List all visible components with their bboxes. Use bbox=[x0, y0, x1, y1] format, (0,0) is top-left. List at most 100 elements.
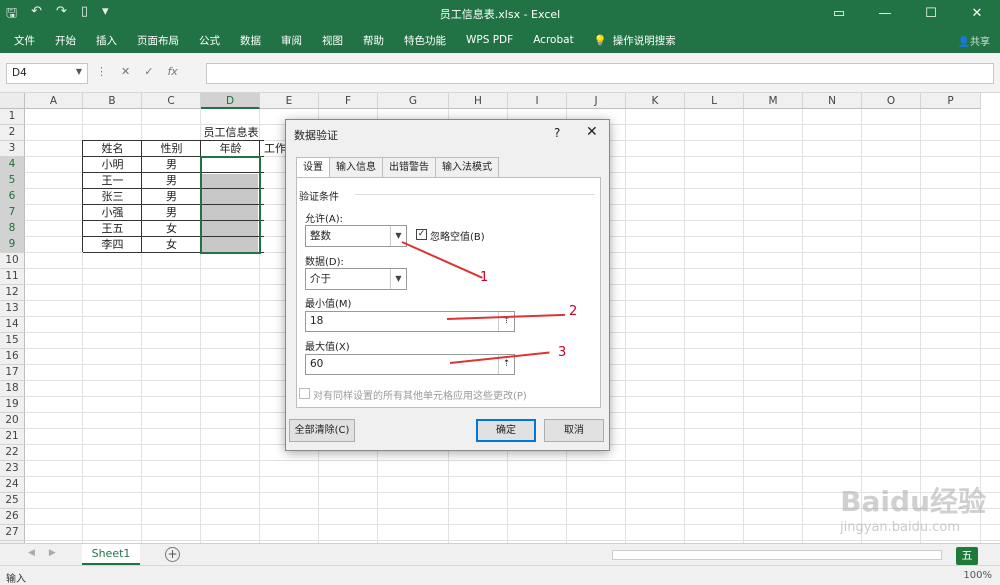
help-icon[interactable]: ? bbox=[554, 126, 560, 140]
column-header[interactable]: G bbox=[378, 93, 449, 109]
horizontal-scrollbar[interactable] bbox=[612, 550, 942, 560]
column-header[interactable]: N bbox=[803, 93, 862, 109]
enter-icon[interactable]: ✓ bbox=[144, 65, 153, 78]
menu-review[interactable]: 审阅 bbox=[281, 33, 302, 48]
row-header[interactable]: 21 bbox=[0, 429, 25, 445]
table-header-cell[interactable]: 姓名 bbox=[83, 141, 142, 157]
tab-settings[interactable]: 设置 bbox=[296, 157, 330, 178]
row-header[interactable]: 10 bbox=[0, 253, 25, 269]
column-header[interactable]: C bbox=[142, 93, 201, 109]
dialog-close-icon[interactable]: ✕ bbox=[586, 124, 598, 140]
ignore-blank-checkbox[interactable]: ✓ bbox=[416, 229, 427, 240]
table-cell[interactable]: 王五 bbox=[83, 221, 142, 237]
row-header[interactable]: 7 bbox=[0, 205, 25, 221]
column-header[interactable]: O bbox=[862, 93, 921, 109]
table-cell[interactable]: 女 bbox=[142, 221, 201, 237]
table-header-cell[interactable]: 年龄 bbox=[201, 141, 260, 157]
table-cell[interactable]: 男 bbox=[142, 205, 201, 221]
tab-input-message[interactable]: 输入信息 bbox=[329, 157, 383, 177]
row-header[interactable]: 12 bbox=[0, 285, 25, 301]
data-select[interactable]: 介于 ▼ bbox=[305, 268, 407, 290]
row-header[interactable]: 11 bbox=[0, 269, 25, 285]
column-header[interactable]: F bbox=[319, 93, 378, 109]
row-header[interactable]: 26 bbox=[0, 509, 25, 525]
menu-page-layout[interactable]: 页面布局 bbox=[137, 33, 179, 48]
fx-icon[interactable]: fx bbox=[167, 65, 177, 78]
column-header[interactable]: E bbox=[260, 93, 319, 109]
cancel-button[interactable]: 取消 bbox=[544, 419, 604, 442]
minimize-icon[interactable]: — bbox=[862, 0, 908, 27]
column-header[interactable]: I bbox=[508, 93, 567, 109]
menu-special[interactable]: 特色功能 bbox=[404, 33, 446, 48]
row-header[interactable]: 15 bbox=[0, 333, 25, 349]
menu-view[interactable]: 视图 bbox=[322, 33, 343, 48]
sheet-tab-sheet1[interactable]: Sheet1 bbox=[82, 544, 140, 565]
table-cell[interactable]: 王一 bbox=[83, 173, 142, 189]
row-header[interactable]: 6 bbox=[0, 189, 25, 205]
column-header[interactable]: D bbox=[201, 93, 260, 109]
max-value-input[interactable]: 60 ⇡ bbox=[305, 354, 515, 375]
menu-home[interactable]: 开始 bbox=[55, 33, 76, 48]
row-header[interactable]: 25 bbox=[0, 493, 25, 509]
select-all-corner[interactable] bbox=[0, 93, 25, 109]
tab-ime-mode[interactable]: 输入法模式 bbox=[435, 157, 499, 177]
tell-me-search[interactable]: 操作说明搜索 bbox=[613, 33, 676, 48]
column-header[interactable]: M bbox=[744, 93, 803, 109]
apply-all-checkbox[interactable] bbox=[299, 388, 310, 399]
allow-select[interactable]: 整数 ▼ bbox=[305, 225, 407, 247]
row-header[interactable]: 8 bbox=[0, 221, 25, 237]
menu-file[interactable]: 文件 bbox=[14, 33, 35, 48]
zoom-level[interactable]: 100% bbox=[963, 570, 992, 581]
row-header[interactable]: 27 bbox=[0, 525, 25, 541]
row-header[interactable]: 19 bbox=[0, 397, 25, 413]
cancel-icon[interactable]: ✕ bbox=[121, 65, 130, 78]
row-header[interactable]: 24 bbox=[0, 477, 25, 493]
row-header[interactable]: 20 bbox=[0, 413, 25, 429]
menu-wps-pdf[interactable]: WPS PDF bbox=[466, 34, 513, 46]
column-header[interactable]: B bbox=[83, 93, 142, 109]
column-header[interactable]: P bbox=[921, 93, 981, 109]
sheet-nav-arrows[interactable]: ◀▶ bbox=[28, 548, 70, 558]
ribbon-display-icon[interactable]: ▭ bbox=[816, 0, 862, 27]
menu-acrobat[interactable]: Acrobat bbox=[533, 34, 574, 46]
table-cell[interactable]: 李四 bbox=[83, 237, 142, 253]
table-cell[interactable]: 男 bbox=[142, 189, 201, 205]
row-header[interactable]: 5 bbox=[0, 173, 25, 189]
menu-formulas[interactable]: 公式 bbox=[199, 33, 220, 48]
ok-button[interactable]: 确定 bbox=[476, 419, 536, 442]
close-icon[interactable]: ✕ bbox=[954, 0, 1000, 27]
table-header-cell[interactable]: 性别 bbox=[142, 141, 201, 157]
clear-all-button[interactable]: 全部清除(C) bbox=[289, 419, 355, 442]
chevron-down-icon[interactable]: ▼ bbox=[390, 269, 406, 289]
column-header[interactable]: K bbox=[626, 93, 685, 109]
row-header[interactable]: 14 bbox=[0, 317, 25, 333]
tab-error-alert[interactable]: 出错警告 bbox=[382, 157, 436, 177]
table-cell[interactable]: 男 bbox=[142, 157, 201, 173]
column-header[interactable]: L bbox=[685, 93, 744, 109]
column-header[interactable]: J bbox=[567, 93, 626, 109]
min-value-input[interactable]: 18 ⇡ bbox=[305, 311, 515, 332]
table-cell[interactable]: 小强 bbox=[83, 205, 142, 221]
table-cell[interactable]: 男 bbox=[142, 173, 201, 189]
row-header[interactable]: 1 bbox=[0, 109, 25, 125]
table-title-cell[interactable]: 员工信息表 bbox=[181, 125, 281, 141]
row-header[interactable]: 22 bbox=[0, 445, 25, 461]
menu-data[interactable]: 数据 bbox=[240, 33, 261, 48]
table-cell[interactable]: 女 bbox=[142, 237, 201, 253]
table-cell[interactable]: 张三 bbox=[83, 189, 142, 205]
row-header[interactable]: 4 bbox=[0, 157, 25, 173]
share-button[interactable]: 👤共享 bbox=[958, 33, 990, 48]
column-header[interactable]: H bbox=[449, 93, 508, 109]
table-cell[interactable]: 小明 bbox=[83, 157, 142, 173]
maximize-icon[interactable]: ☐ bbox=[908, 0, 954, 27]
row-header[interactable]: 16 bbox=[0, 349, 25, 365]
formula-input[interactable] bbox=[206, 63, 994, 84]
row-header[interactable]: 2 bbox=[0, 125, 25, 141]
column-header[interactable]: A bbox=[25, 93, 83, 109]
row-header[interactable]: 18 bbox=[0, 381, 25, 397]
name-box[interactable]: D4 ▼ bbox=[6, 63, 88, 84]
menu-insert[interactable]: 插入 bbox=[96, 33, 117, 48]
chevron-down-icon[interactable]: ▼ bbox=[76, 67, 82, 76]
row-header[interactable]: 23 bbox=[0, 461, 25, 477]
row-header[interactable]: 17 bbox=[0, 365, 25, 381]
